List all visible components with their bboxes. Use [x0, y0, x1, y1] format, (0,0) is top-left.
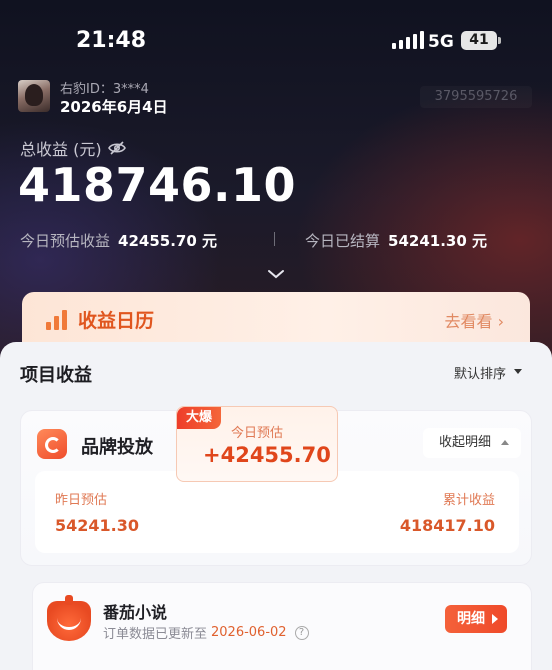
hot-badge: 大爆 [177, 407, 221, 429]
yesterday-value: 54241.30 [55, 516, 140, 535]
collapse-label: 收起明细 [439, 435, 492, 450]
eye-off-icon[interactable] [107, 141, 126, 155]
brand-logo-icon [37, 429, 67, 459]
total-amount: 418746.10 [18, 158, 297, 212]
today-summary-row: 今日预估收益 42455.70 元 今日已结算 54241.30 元 [20, 230, 532, 251]
cumulative-value: 418417.10 [399, 516, 495, 535]
stats-row: 昨日预估 54241.30 累计收益 418417.10 [35, 471, 519, 553]
today-value: +42455.70 [203, 443, 331, 467]
yesterday-label: 昨日预估 [55, 493, 108, 508]
avatar[interactable] [18, 80, 50, 112]
today-label: 今日预估 [231, 426, 284, 441]
project-title: 项目收益 [20, 365, 92, 386]
battery-icon: 41 [461, 31, 497, 50]
project-panel: 项目收益 默认排序 品牌投放 收起明细 昨日预估 54241.30 累计收益 4… [0, 342, 552, 670]
caret-up-icon [501, 440, 509, 445]
battery-tip [498, 37, 501, 44]
novel-sub-date: 2026-06-02 [211, 625, 287, 640]
total-label-text: 总收益 (元) [20, 140, 102, 159]
today-stat-highlight: 大爆 今日预估 +42455.70 [176, 406, 338, 482]
today-settled-value: 54241.30 元 [388, 232, 487, 250]
caret-down-icon[interactable] [514, 369, 522, 374]
novel-sub-prefix: 订单数据已更新至 [103, 627, 208, 642]
sort-dropdown[interactable]: 默认排序 [454, 363, 506, 382]
detail-label: 明细 [457, 611, 485, 627]
signal-icon [392, 31, 424, 49]
tomato-novel-icon [47, 595, 91, 641]
user-date: 2026年6月4日 [60, 98, 168, 116]
cumulative-label: 累计收益 [442, 493, 495, 508]
novel-card: 番茄小说 订单数据已更新至 2026-06-02 ? 明细 [32, 582, 532, 670]
today-settled-label: 今日已结算 [305, 232, 381, 250]
network-type: 5G [428, 32, 454, 52]
account-number: 3795595726 [420, 86, 532, 108]
calendar-banner[interactable]: 收益日历 去看看 › [22, 292, 530, 348]
today-est-label: 今日预估收益 [20, 232, 111, 250]
today-est-value: 42455.70 元 [118, 232, 217, 250]
cumulative-stat: 累计收益 418417.10 [400, 489, 495, 535]
brand-name: 品牌投放 [81, 437, 153, 458]
help-icon[interactable]: ? [294, 625, 309, 640]
chevron-down-icon[interactable] [266, 264, 286, 283]
yesterday-stat: 昨日预估 54241.30 [55, 489, 139, 535]
detail-button[interactable]: 明细 [445, 605, 507, 633]
calendar-title: 收益日历 [78, 310, 155, 332]
divider [274, 232, 275, 246]
collapse-details-button[interactable]: 收起明细 [423, 428, 521, 458]
calendar-link[interactable]: 去看看 › [445, 308, 505, 332]
user-id: 右豹ID：3***4 [60, 82, 149, 97]
novel-name: 番茄小说 [103, 603, 168, 622]
total-earnings-label: 总收益 (元) [20, 136, 126, 160]
status-time: 21:48 [76, 28, 147, 53]
novel-update-info: 订单数据已更新至 2026-06-02 ? [103, 623, 309, 642]
caret-right-icon [492, 614, 498, 624]
bar-chart-icon [46, 308, 67, 330]
